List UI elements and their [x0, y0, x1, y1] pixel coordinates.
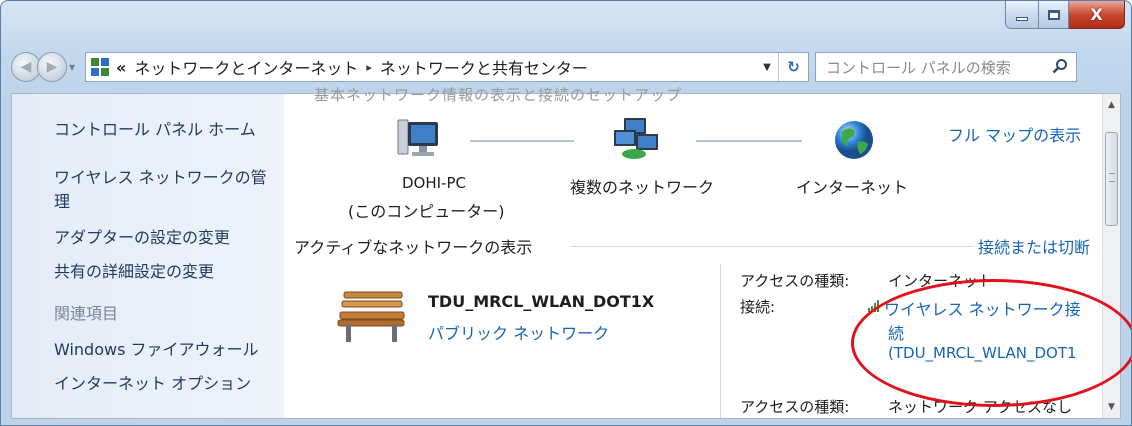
- wireless-signal-icon: [868, 300, 879, 312]
- sidebar-item-adapter-settings[interactable]: アダプターの設定の変更: [54, 226, 230, 250]
- search-input[interactable]: コントロール パネルの検索: [815, 52, 1077, 82]
- full-map-link[interactable]: フル マップの表示: [948, 122, 1081, 146]
- breadcrumb-network-internet[interactable]: ネットワークとインターネット: [134, 55, 358, 79]
- node-label-multiple-networks: 複数のネットワーク: [570, 178, 715, 197]
- forward-button[interactable]: ▶: [37, 52, 67, 82]
- scroll-up-icon[interactable]: ▲: [1103, 96, 1120, 114]
- node-label-pc: DOHI-PC: [402, 174, 466, 192]
- sidebar-item-advanced-sharing[interactable]: 共有の詳細設定の変更: [54, 260, 214, 284]
- scroll-down-icon[interactable]: ▼: [1103, 398, 1120, 416]
- scroll-thumb[interactable]: [1105, 132, 1118, 226]
- node-label-internet: インターネット: [796, 178, 909, 197]
- vertical-scrollbar[interactable]: ▲ ▼: [1102, 94, 1120, 418]
- wireless-connection-link[interactable]: ワイヤレス ネットワーク接: [884, 296, 1081, 320]
- map-link-line: [696, 140, 802, 142]
- page-heading-clipped: 基本ネットワーク情報の表示と接続のセットアップ: [314, 86, 683, 104]
- refresh-icon[interactable]: ↻: [778, 53, 808, 81]
- network-type-link[interactable]: パブリック ネットワーク: [428, 320, 609, 344]
- network-name: TDU_MRCL_WLAN_DOT1X: [428, 292, 655, 311]
- navigation-bar: ◀ ▶ ▼ « ネットワークとインターネット ▸ ネットワークと共有センター ▼…: [11, 49, 1121, 85]
- related-item-windows-firewall[interactable]: Windows ファイアウォール: [54, 338, 259, 362]
- breadcrumb-separator[interactable]: ▸: [366, 61, 372, 74]
- details-divider: [720, 264, 721, 418]
- main-panel: 基本ネットワーク情報の表示と接続のセットアップ DOHI-PC (このコンピュー…: [284, 86, 1104, 418]
- access-type-value-2: ネットワーク アクセスなし: [888, 398, 1073, 416]
- sidebar-item-manage-wireless[interactable]: ワイヤレス ネットワークの管: [54, 166, 267, 190]
- heading-divider: [570, 246, 974, 247]
- computer-icon: [397, 119, 438, 156]
- related-item-internet-options[interactable]: インターネット オプション: [54, 372, 251, 396]
- active-networks-heading: アクティブなネットワークの表示: [294, 238, 533, 257]
- wireless-connection-ssid[interactable]: (TDU_MRCL_WLAN_DOT1: [888, 344, 1077, 362]
- breadcrumb-network-sharing-center[interactable]: ネットワークと共有センター: [380, 55, 588, 79]
- map-link-line: [470, 140, 574, 142]
- scroll-grip: [1109, 173, 1115, 182]
- minimize-icon: [1016, 16, 1028, 21]
- node-label-this-computer: (このコンピューター): [348, 202, 505, 221]
- control-panel-icon: [90, 57, 110, 77]
- connect-disconnect-link[interactable]: 接続または切断: [978, 234, 1090, 258]
- sidebar-item-manage-wireless-cont[interactable]: 理: [54, 190, 70, 214]
- access-type-label-2: アクセスの種類:: [740, 398, 850, 416]
- minimize-button[interactable]: [1005, 1, 1039, 29]
- close-button[interactable]: X: [1069, 1, 1125, 29]
- connection-label: 接続:: [740, 298, 776, 316]
- forward-arrow-icon: ▶: [46, 59, 58, 75]
- close-icon: X: [1090, 5, 1103, 24]
- breadcrumb-overflow[interactable]: «: [116, 58, 126, 77]
- maximize-button[interactable]: [1039, 1, 1069, 29]
- content-area: コントロール パネル ホーム ワイヤレス ネットワークの管 理 アダプターの設定…: [11, 86, 1121, 419]
- search-placeholder: コントロール パネルの検索: [826, 58, 1011, 77]
- back-arrow-icon: ◀: [20, 59, 32, 75]
- recent-pages-dropdown[interactable]: ▼: [69, 63, 81, 72]
- globe-icon: [835, 121, 873, 159]
- wireless-connection-link-cont[interactable]: 続: [888, 320, 904, 344]
- multiple-networks-icon: [614, 118, 658, 159]
- address-bar[interactable]: « ネットワークとインターネット ▸ ネットワークと共有センター ▼ ↻: [85, 52, 809, 82]
- access-type-value: インターネット: [888, 272, 994, 290]
- maximize-icon: [1047, 9, 1060, 20]
- sidebar-item-control-panel-home[interactable]: コントロール パネル ホーム: [54, 118, 256, 142]
- address-dropdown-icon[interactable]: ▼: [756, 62, 778, 73]
- access-type-label: アクセスの種類:: [740, 272, 850, 290]
- explorer-window: X ◀ ▶ ▼ « ネットワークとインターネット ▸ ネットワークと共有センター…: [0, 0, 1132, 426]
- park-bench-icon: [337, 291, 405, 342]
- tasks-sidebar: コントロール パネル ホーム ワイヤレス ネットワークの管 理 アダプターの設定…: [12, 94, 284, 418]
- caption-buttons: X: [1005, 1, 1125, 29]
- related-heading: 関連項目: [54, 304, 119, 323]
- search-icon[interactable]: [1052, 58, 1068, 74]
